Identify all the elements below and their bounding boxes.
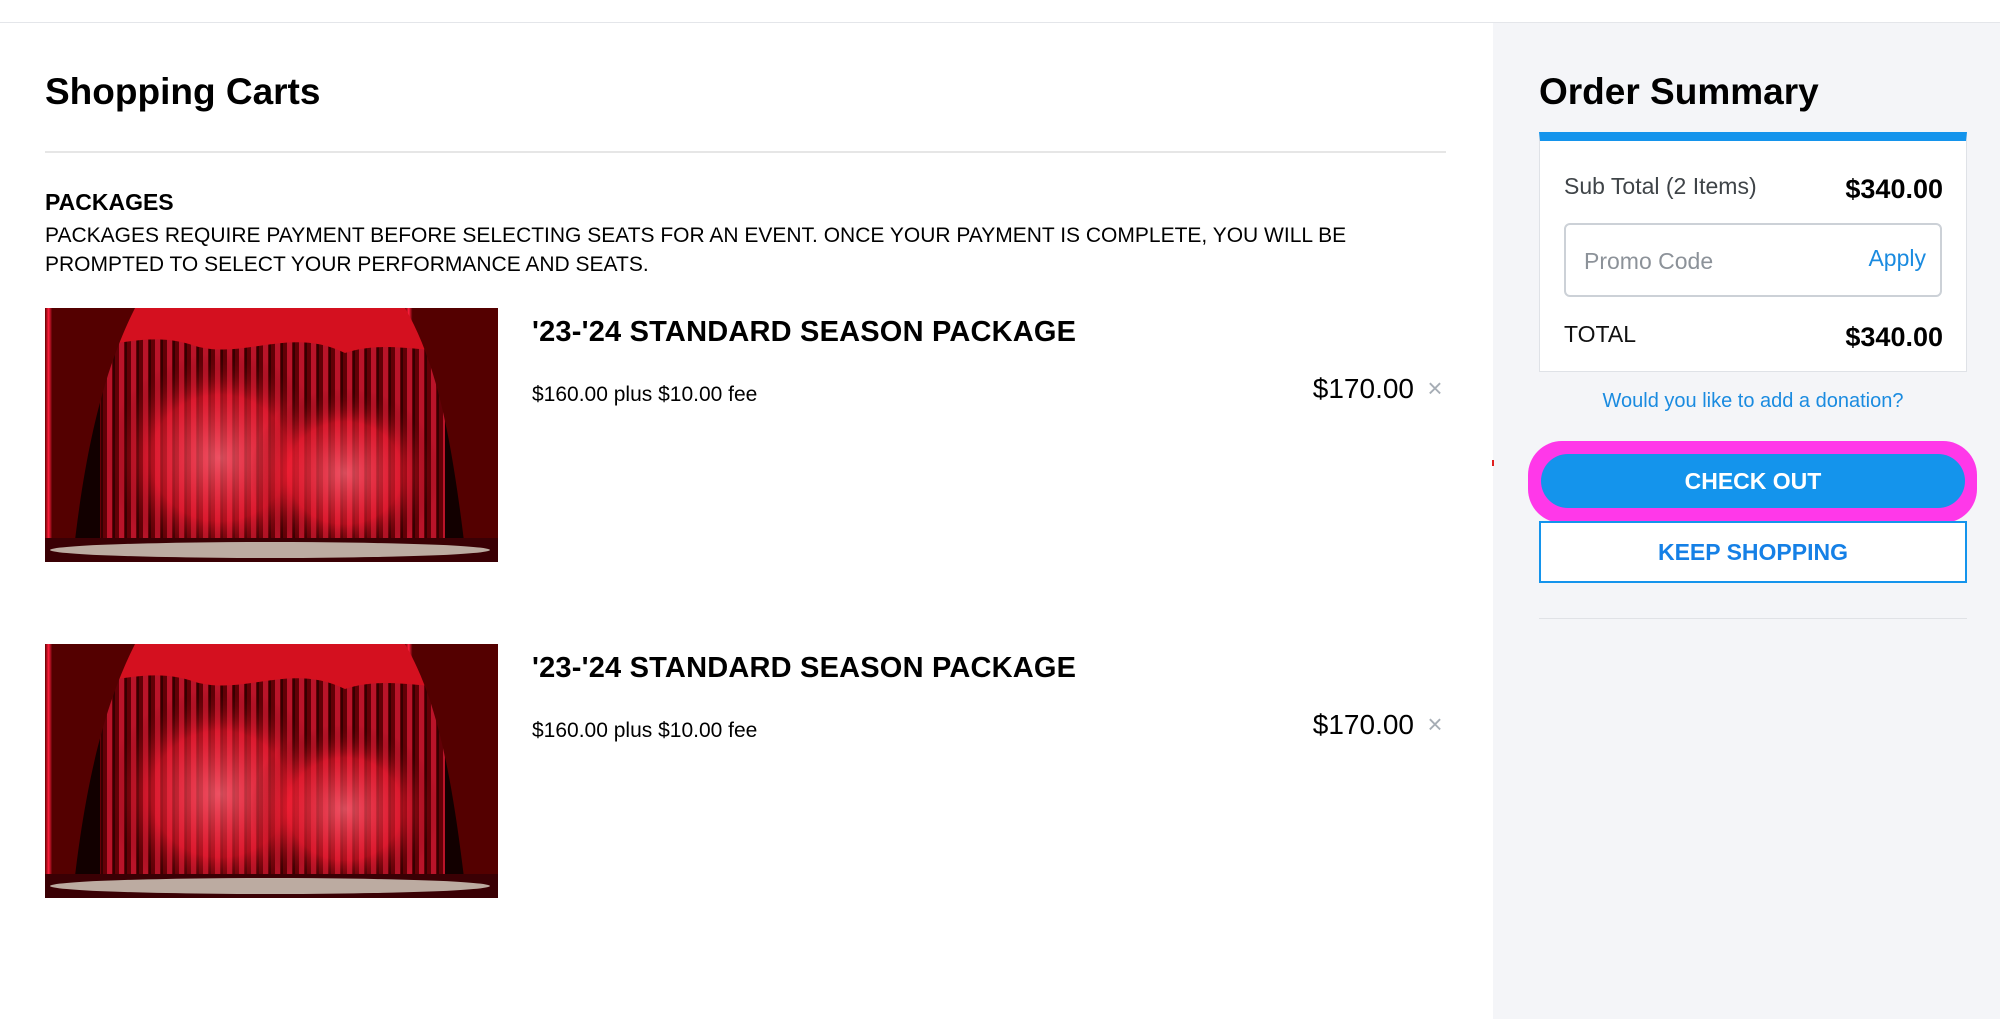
keep-shopping-button[interactable]: KEEP SHOPPING <box>1539 521 1967 583</box>
theater-curtain-image <box>45 308 498 562</box>
promo-code-input[interactable] <box>1582 243 1846 279</box>
promo-code-field: Apply <box>1564 223 1942 297</box>
order-summary-panel: Order Summary Sub Total (2 Items) $340.0… <box>1493 23 2000 1019</box>
theater-curtain-image <box>45 644 498 898</box>
package-price: $170.00 <box>1312 709 1414 740</box>
page-title: Shopping Carts <box>45 71 321 112</box>
package-price: $170.00 <box>1312 373 1414 404</box>
cart-item: '23-'24 STANDARD SEASON PACKAGE $160.00 … <box>45 308 1446 563</box>
checkout-button[interactable]: CHECK OUT <box>1541 454 1965 508</box>
subtotal-label: Sub Total (2 Items) <box>1564 173 1757 199</box>
subtotal-value: $340.00 <box>1845 174 1943 204</box>
total-value: $340.00 <box>1845 322 1943 352</box>
cart-item: '23-'24 STANDARD SEASON PACKAGE $160.00 … <box>45 644 1446 899</box>
packages-note: PACKAGES REQUIRE PAYMENT BEFORE SELECTIN… <box>45 224 1347 276</box>
total-label: TOTAL <box>1564 321 1636 347</box>
title-divider <box>45 151 1446 153</box>
close-icon[interactable]: × <box>1424 710 1446 738</box>
order-summary-title: Order Summary <box>1539 71 1819 112</box>
package-price-detail: $160.00 plus $10.00 fee <box>532 719 758 742</box>
red-marker <box>1492 460 1494 466</box>
summary-divider <box>1539 618 1967 619</box>
packages-heading: PACKAGES <box>45 189 174 215</box>
apply-promo-button[interactable]: Apply <box>1868 245 1926 272</box>
top-border <box>0 0 2000 23</box>
donation-link[interactable]: Would you like to add a donation? <box>1539 390 1967 413</box>
package-price-detail: $160.00 plus $10.00 fee <box>532 383 758 406</box>
package-title: '23-'24 STANDARD SEASON PACKAGE <box>532 316 1077 348</box>
order-summary-card: Sub Total (2 Items) $340.00 Apply TOTAL … <box>1539 132 1967 372</box>
package-title: '23-'24 STANDARD SEASON PACKAGE <box>532 652 1077 684</box>
close-icon[interactable]: × <box>1424 374 1446 402</box>
